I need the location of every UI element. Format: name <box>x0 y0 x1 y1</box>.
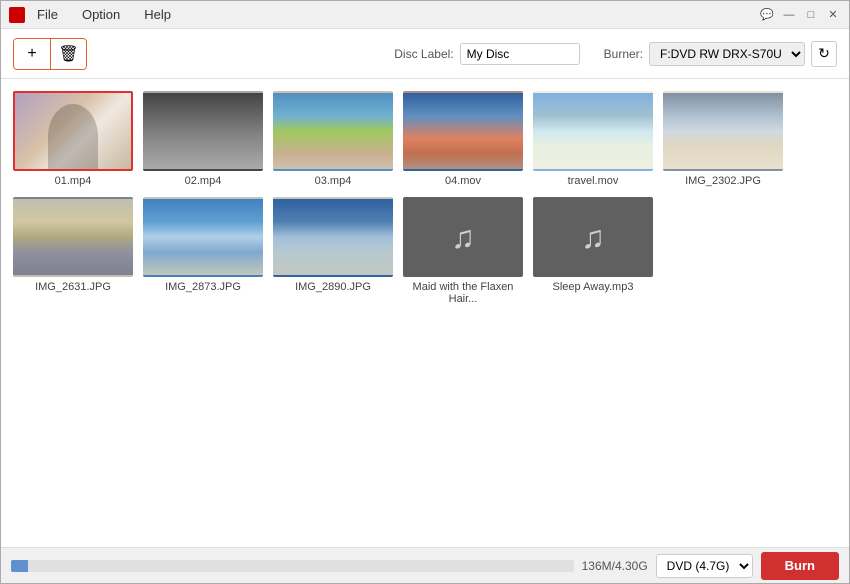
minimize-button[interactable]: — <box>781 7 797 23</box>
burner-label: Burner: <box>604 47 643 61</box>
refresh-button[interactable]: ↻ <box>811 41 837 67</box>
media-grid: 01.mp4 02.mp4 03.mp4 04.mov travel.mov IMG_23… <box>13 91 837 305</box>
disc-type-select[interactable]: DVD (4.7G)BD (25G)BD (50G) <box>656 554 753 578</box>
media-filename-maidflaxen: Maid with the Flaxen Hair... <box>403 281 523 305</box>
thumb-02mp4 <box>143 91 263 171</box>
media-filename-01mp4: 01.mp4 <box>55 175 92 187</box>
media-filename-sleepaway: Sleep Away.mp3 <box>553 281 634 293</box>
media-item-04mov[interactable]: 04.mov <box>403 91 523 187</box>
disc-label-text: Disc Label: <box>394 47 453 61</box>
thumb-img2302 <box>663 91 783 171</box>
size-info: 136M/4.30G <box>582 559 648 573</box>
media-item-maidflaxen[interactable]: ♫ Maid with the Flaxen Hair... <box>403 197 523 305</box>
media-filename-04mov: 04.mov <box>445 175 481 187</box>
menu-help[interactable]: Help <box>140 5 175 24</box>
burner-group: Burner: F:DVD RW DRX-S70UG: (Virtual) ↻ <box>604 41 837 67</box>
add-delete-group: + 🗑 <box>13 38 87 70</box>
thumb-01mp4 <box>13 91 133 171</box>
thumb-03mp4 <box>273 91 393 171</box>
thumb-maidflaxen: ♫ <box>403 197 523 277</box>
media-filename-02mp4: 02.mp4 <box>185 175 222 187</box>
thumb-img2873 <box>143 197 263 277</box>
progress-bar <box>11 560 574 572</box>
media-filename-img2873: IMG_2873.JPG <box>165 281 241 293</box>
burner-select[interactable]: F:DVD RW DRX-S70UG: (Virtual) <box>649 42 805 66</box>
menu-option[interactable]: Option <box>78 5 124 24</box>
title-bar: File Option Help 💬 — □ ✕ <box>1 1 849 29</box>
thumb-travelmov <box>533 91 653 171</box>
music-icon: ♫ <box>451 219 475 256</box>
media-item-01mp4[interactable]: 01.mp4 <box>13 91 133 187</box>
thumb-04mov <box>403 91 523 171</box>
media-item-02mp4[interactable]: 02.mp4 <box>143 91 263 187</box>
thumb-img2890 <box>273 197 393 277</box>
media-item-travelmov[interactable]: travel.mov <box>533 91 653 187</box>
delete-button[interactable]: 🗑 <box>50 39 86 69</box>
close-button[interactable]: ✕ <box>825 7 841 23</box>
media-filename-03mp4: 03.mp4 <box>315 175 352 187</box>
media-item-img2302[interactable]: IMG_2302.JPG <box>663 91 783 187</box>
media-filename-travelmov: travel.mov <box>568 175 619 187</box>
media-area: 01.mp4 02.mp4 03.mp4 04.mov travel.mov IMG_23… <box>1 79 849 547</box>
toolbar: + 🗑 Disc Label: Burner: F:DVD RW DRX-S70… <box>1 29 849 79</box>
media-item-img2890[interactable]: IMG_2890.JPG <box>273 197 393 305</box>
music-icon: ♫ <box>581 219 605 256</box>
menu-bar: File Option Help <box>33 5 175 24</box>
menu-file[interactable]: File <box>33 5 62 24</box>
thumb-sleepaway: ♫ <box>533 197 653 277</box>
add-button[interactable]: + <box>14 39 50 69</box>
media-item-img2631[interactable]: IMG_2631.JPG <box>13 197 133 305</box>
window-controls: 💬 — □ ✕ <box>759 7 841 23</box>
media-filename-img2302: IMG_2302.JPG <box>685 175 761 187</box>
disc-label-input[interactable] <box>460 43 580 65</box>
message-icon[interactable]: 💬 <box>759 7 775 23</box>
disc-label-group: Disc Label: <box>394 43 579 65</box>
media-item-img2873[interactable]: IMG_2873.JPG <box>143 197 263 305</box>
maximize-button[interactable]: □ <box>803 7 819 23</box>
media-filename-img2890: IMG_2890.JPG <box>295 281 371 293</box>
media-item-03mp4[interactable]: 03.mp4 <box>273 91 393 187</box>
progress-fill <box>11 560 28 572</box>
media-item-sleepaway[interactable]: ♫ Sleep Away.mp3 <box>533 197 653 305</box>
status-bar: 136M/4.30G DVD (4.7G)BD (25G)BD (50G) Bu… <box>1 547 849 583</box>
burn-button[interactable]: Burn <box>761 552 839 580</box>
media-filename-img2631: IMG_2631.JPG <box>35 281 111 293</box>
thumb-img2631 <box>13 197 133 277</box>
app-icon <box>9 7 25 23</box>
